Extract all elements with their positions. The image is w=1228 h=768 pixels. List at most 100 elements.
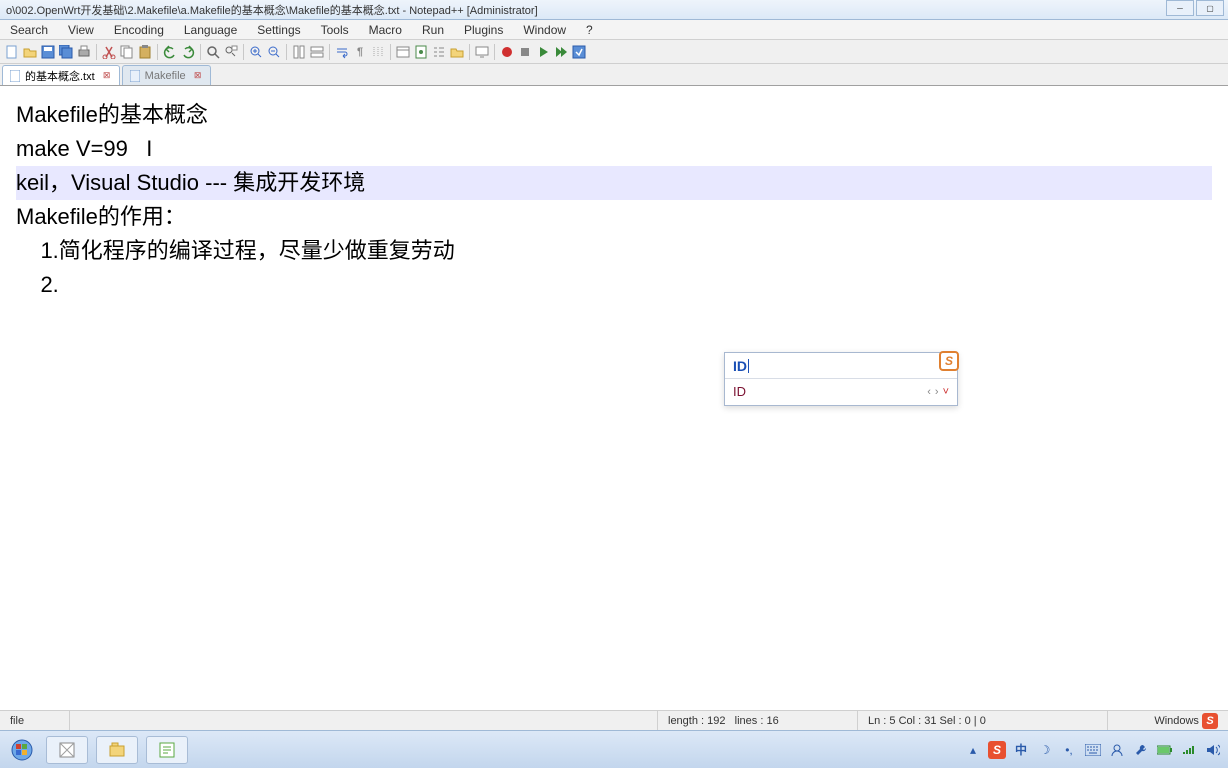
status-encoding: Windows	[1154, 715, 1199, 727]
zoom-in-icon[interactable]	[248, 44, 264, 60]
open-icon[interactable]	[22, 44, 38, 60]
redo-icon[interactable]	[180, 44, 196, 60]
zoom-out-icon[interactable]	[266, 44, 282, 60]
status-bar: file length : 192 lines : 16 Ln : 5 Col …	[0, 710, 1228, 730]
doc-map-icon[interactable]	[413, 44, 429, 60]
undo-icon[interactable]	[162, 44, 178, 60]
print-icon[interactable]	[76, 44, 92, 60]
menu-bar: Search View Encoding Language Settings T…	[0, 20, 1228, 40]
ime-candidate-row[interactable]: ID ‹ › ˅	[725, 379, 957, 405]
ime-popup: ID S ID ‹ › ˅	[724, 352, 958, 406]
wordwrap-icon[interactable]	[334, 44, 350, 60]
cut-icon[interactable]	[101, 44, 117, 60]
moon-icon[interactable]: ☽	[1036, 741, 1054, 759]
file-icon	[129, 70, 141, 82]
taskbar-app-3[interactable]	[146, 736, 188, 764]
tray-up-icon[interactable]: ▴	[964, 741, 982, 759]
tab-bar: 的基本概念.txt ⊠ Makefile ⊠	[0, 64, 1228, 86]
menu-macro[interactable]: Macro	[359, 23, 412, 37]
editor-line: 1.简化程序的编译过程，尽量少做重复劳动	[16, 234, 1212, 268]
menu-settings[interactable]: Settings	[247, 23, 310, 37]
sogou-tray-icon[interactable]: S	[988, 741, 1006, 759]
chevron-left-icon[interactable]: ‹	[927, 375, 931, 409]
menu-run[interactable]: Run	[412, 23, 454, 37]
sync-v-icon[interactable]	[291, 44, 307, 60]
maximize-button[interactable]: ▢	[1196, 0, 1224, 16]
menu-plugins[interactable]: Plugins	[454, 23, 513, 37]
editor-line: 2.	[16, 268, 1212, 302]
punct-icon[interactable]: •,	[1060, 741, 1078, 759]
status-file-type: file	[0, 711, 70, 730]
start-button[interactable]	[6, 736, 38, 764]
tab-label: 的基本概念.txt	[25, 68, 95, 84]
windows-icon	[11, 739, 33, 761]
editor-line: Makefile的基本概念	[16, 98, 1212, 132]
toolbar-separator	[157, 44, 158, 60]
tab-label: Makefile	[145, 70, 186, 82]
keyboard-icon[interactable]	[1084, 741, 1102, 759]
close-icon[interactable]: ⊠	[192, 70, 204, 82]
file-icon	[9, 70, 21, 82]
menu-help[interactable]: ?	[576, 23, 603, 37]
toolbar: ¶	[0, 40, 1228, 64]
tab-makefile[interactable]: Makefile ⊠	[122, 65, 211, 85]
system-tray: ▴ S 中 ☽ •,	[964, 741, 1222, 759]
replace-icon[interactable]	[223, 44, 239, 60]
sogou-icon: S	[1202, 713, 1218, 729]
menu-tools[interactable]: Tools	[311, 23, 359, 37]
close-icon[interactable]: ⊠	[101, 70, 113, 82]
save-all-icon[interactable]	[58, 44, 74, 60]
tab-makefile-txt[interactable]: 的基本概念.txt ⊠	[2, 65, 120, 85]
title-bar: o\002.OpenWrt开发基础\2.Makefile\a.Makefile的…	[0, 0, 1228, 20]
toolbar-separator	[286, 44, 287, 60]
copy-icon[interactable]	[119, 44, 135, 60]
chevron-right-icon[interactable]: ›	[935, 375, 939, 409]
wifi-icon[interactable]	[1180, 741, 1198, 759]
menu-view[interactable]: View	[58, 23, 104, 37]
play-multi-icon[interactable]	[553, 44, 569, 60]
status-spacer	[70, 711, 658, 730]
new-icon[interactable]	[4, 44, 20, 60]
toolbar-separator	[494, 44, 495, 60]
menu-encoding[interactable]: Encoding	[104, 23, 174, 37]
editor-line: make V=99 I	[16, 132, 1212, 166]
indent-guide-icon[interactable]	[370, 44, 386, 60]
status-lines: lines : 16	[735, 715, 779, 727]
sogou-icon: S	[939, 351, 959, 371]
window-title: o\002.OpenWrt开发基础\2.Makefile\a.Makefile的…	[6, 2, 538, 18]
text-editor[interactable]: Makefile的基本概念 make V=99 I keil，Visual St…	[0, 86, 1228, 726]
save-macro-icon[interactable]	[571, 44, 587, 60]
editor-line: keil，Visual Studio --- 集成开发环境	[16, 166, 1212, 200]
toolbar-separator	[243, 44, 244, 60]
taskbar-app-1[interactable]	[46, 736, 88, 764]
status-position: Ln : 5 Col : 31 Sel : 0 | 0	[858, 711, 1108, 730]
find-icon[interactable]	[205, 44, 221, 60]
save-icon[interactable]	[40, 44, 56, 60]
menu-window[interactable]: Window	[513, 23, 576, 37]
monitor-icon[interactable]	[474, 44, 490, 60]
wrench-icon[interactable]	[1132, 741, 1150, 759]
tray-cn-icon[interactable]: 中	[1012, 741, 1030, 759]
paste-icon[interactable]	[137, 44, 153, 60]
taskbar: ▴ S 中 ☽ •,	[0, 730, 1228, 768]
stop-icon[interactable]	[517, 44, 533, 60]
menu-language[interactable]: Language	[174, 23, 247, 37]
user-icon[interactable]	[1108, 741, 1126, 759]
sync-h-icon[interactable]	[309, 44, 325, 60]
volume-icon[interactable]	[1204, 741, 1222, 759]
ime-input-text: ID	[733, 349, 747, 383]
show-all-chars-icon[interactable]: ¶	[352, 44, 368, 60]
record-icon[interactable]	[499, 44, 515, 60]
lang-icon[interactable]	[395, 44, 411, 60]
play-icon[interactable]	[535, 44, 551, 60]
toolbar-separator	[329, 44, 330, 60]
chevron-down-icon[interactable]: ˅	[943, 375, 949, 409]
func-list-icon[interactable]	[431, 44, 447, 60]
taskbar-app-2[interactable]	[96, 736, 138, 764]
minimize-button[interactable]: ─	[1166, 0, 1194, 16]
ime-caret	[748, 359, 749, 373]
folder-icon[interactable]	[449, 44, 465, 60]
battery-icon[interactable]	[1156, 741, 1174, 759]
menu-search[interactable]: Search	[0, 23, 58, 37]
toolbar-separator	[469, 44, 470, 60]
